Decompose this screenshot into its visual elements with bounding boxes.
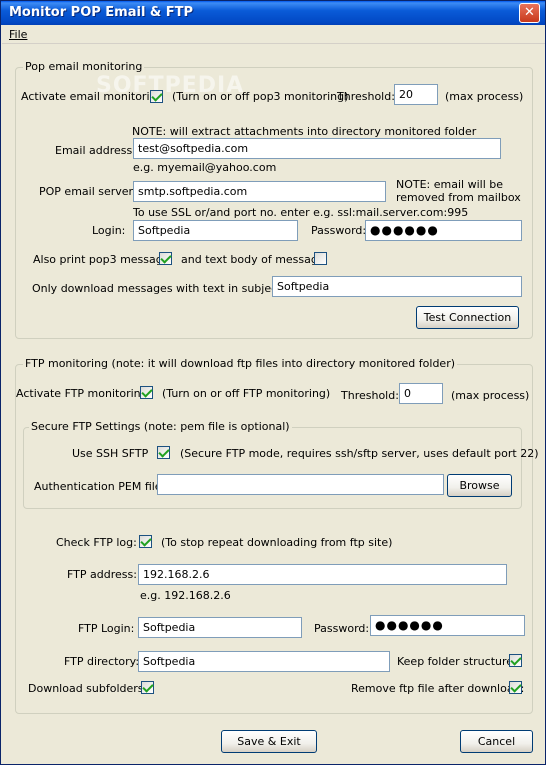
- close-button[interactable]: ✕: [519, 3, 540, 23]
- pop-email-input[interactable]: test@softpedia.com: [133, 138, 501, 159]
- keep-structure-checkbox[interactable]: [509, 654, 522, 667]
- pop-server-input[interactable]: smtp.softpedia.com: [133, 181, 386, 202]
- pop-activate-checkbox[interactable]: [150, 90, 163, 103]
- pem-input[interactable]: [157, 474, 444, 495]
- ftp-password-input[interactable]: ●●●●●●: [370, 615, 525, 636]
- menu-bar: File: [2, 25, 545, 44]
- ftp-group-title: FTP monitoring (note: it will download f…: [23, 357, 458, 370]
- ftp-dir-input[interactable]: Softpedia: [138, 651, 390, 672]
- pem-label: Authentication PEM file:: [34, 480, 166, 493]
- pop-server-label: POP email server:: [39, 185, 137, 198]
- ftp-threshold-label: Threshold:: [341, 389, 399, 402]
- keep-structure-label: Keep folder structure:: [397, 655, 517, 668]
- ssh-checkbox[interactable]: [157, 446, 170, 459]
- pop-ssl-note: To use SSL or/and port no. enter e.g. ss…: [133, 206, 469, 219]
- pop-removed-note-1: NOTE: email will be: [396, 178, 504, 191]
- ftp-address-label: FTP address:: [67, 568, 137, 581]
- ftp-activate-note: (Turn on or off FTP monitoring): [162, 387, 331, 400]
- pop-password-label: Password:: [311, 224, 367, 237]
- pop-login-label: Login:: [92, 224, 126, 237]
- pop-print-label: Also print pop3 message: [33, 253, 170, 266]
- remove-file-label: Remove ftp file after download:: [351, 682, 525, 695]
- pop-login-input[interactable]: Softpedia: [133, 220, 298, 241]
- close-icon: ✕: [524, 5, 535, 20]
- pop-subject-input[interactable]: Softpedia: [272, 276, 522, 297]
- pop-subject-label: Only download messages with text in subj…: [32, 282, 308, 295]
- secure-ftp-group: [23, 427, 522, 509]
- ftp-threshold-note: (max process): [451, 389, 530, 402]
- pop-body-label: and text body of message: [181, 253, 325, 266]
- pop-print-checkbox[interactable]: [159, 252, 172, 265]
- subfolders-label: Download subfolders:: [28, 682, 148, 695]
- pop-group-title: Pop email monitoring: [23, 60, 145, 73]
- menu-file[interactable]: File: [9, 28, 27, 41]
- pop-password-input[interactable]: ●●●●●●: [365, 220, 522, 241]
- browse-button[interactable]: Browse: [447, 474, 512, 497]
- menu-file-label: File: [9, 28, 28, 41]
- ftp-login-label: FTP Login:: [78, 622, 135, 635]
- ftp-address-input[interactable]: 192.168.2.6: [138, 564, 507, 585]
- ftp-activate-label: Activate FTP monitoring: [16, 387, 148, 400]
- ssh-label: Use SSH SFTP: [72, 447, 149, 460]
- ftp-log-label: Check FTP log:: [56, 536, 137, 549]
- pop-attach-note: NOTE: will extract attachments into dire…: [132, 125, 477, 138]
- ftp-password-label: Password:: [314, 622, 370, 635]
- ftp-login-input[interactable]: Softpedia: [138, 617, 302, 638]
- pop-removed-note-2: removed from mailbox: [396, 191, 521, 204]
- test-connection-button[interactable]: Test Connection: [416, 306, 519, 329]
- ftp-log-note: (To stop repeat downloading from ftp sit…: [161, 536, 393, 549]
- save-exit-button[interactable]: Save & Exit: [221, 730, 317, 753]
- window-title: Monitor POP Email & FTP: [9, 5, 194, 20]
- pop-threshold-note: (max process): [445, 90, 524, 103]
- pop-email-label: Email address:: [55, 144, 136, 157]
- title-bar[interactable]: Monitor POP Email & FTP ✕: [1, 1, 545, 25]
- subfolders-checkbox[interactable]: [141, 681, 154, 694]
- pop-body-checkbox[interactable]: [314, 252, 327, 265]
- secure-ftp-title: Secure FTP Settings (note: pem file is o…: [29, 420, 292, 433]
- ftp-dir-label: FTP directory:: [64, 655, 140, 668]
- ftp-address-example: e.g. 192.168.2.6: [140, 589, 231, 602]
- ftp-threshold-input[interactable]: 0: [399, 383, 443, 404]
- pop-activate-label: Activate email monitoring: [21, 90, 164, 103]
- ftp-log-checkbox[interactable]: [139, 535, 152, 548]
- ftp-activate-checkbox[interactable]: [140, 386, 153, 399]
- pop-threshold-label: Threshold:: [337, 90, 395, 103]
- pop-email-example: e.g. myemail@yahoo.com: [133, 161, 277, 174]
- ssh-note: (Secure FTP mode, requires ssh/sftp serv…: [180, 447, 539, 460]
- main-window: Monitor POP Email & FTP ✕ File Pop email…: [0, 0, 546, 765]
- pop-activate-note: (Turn on or off pop3 monitoring): [172, 90, 349, 103]
- remove-file-checkbox[interactable]: [509, 681, 522, 694]
- pop-threshold-input[interactable]: 20: [394, 84, 438, 105]
- cancel-button[interactable]: Cancel: [460, 730, 533, 753]
